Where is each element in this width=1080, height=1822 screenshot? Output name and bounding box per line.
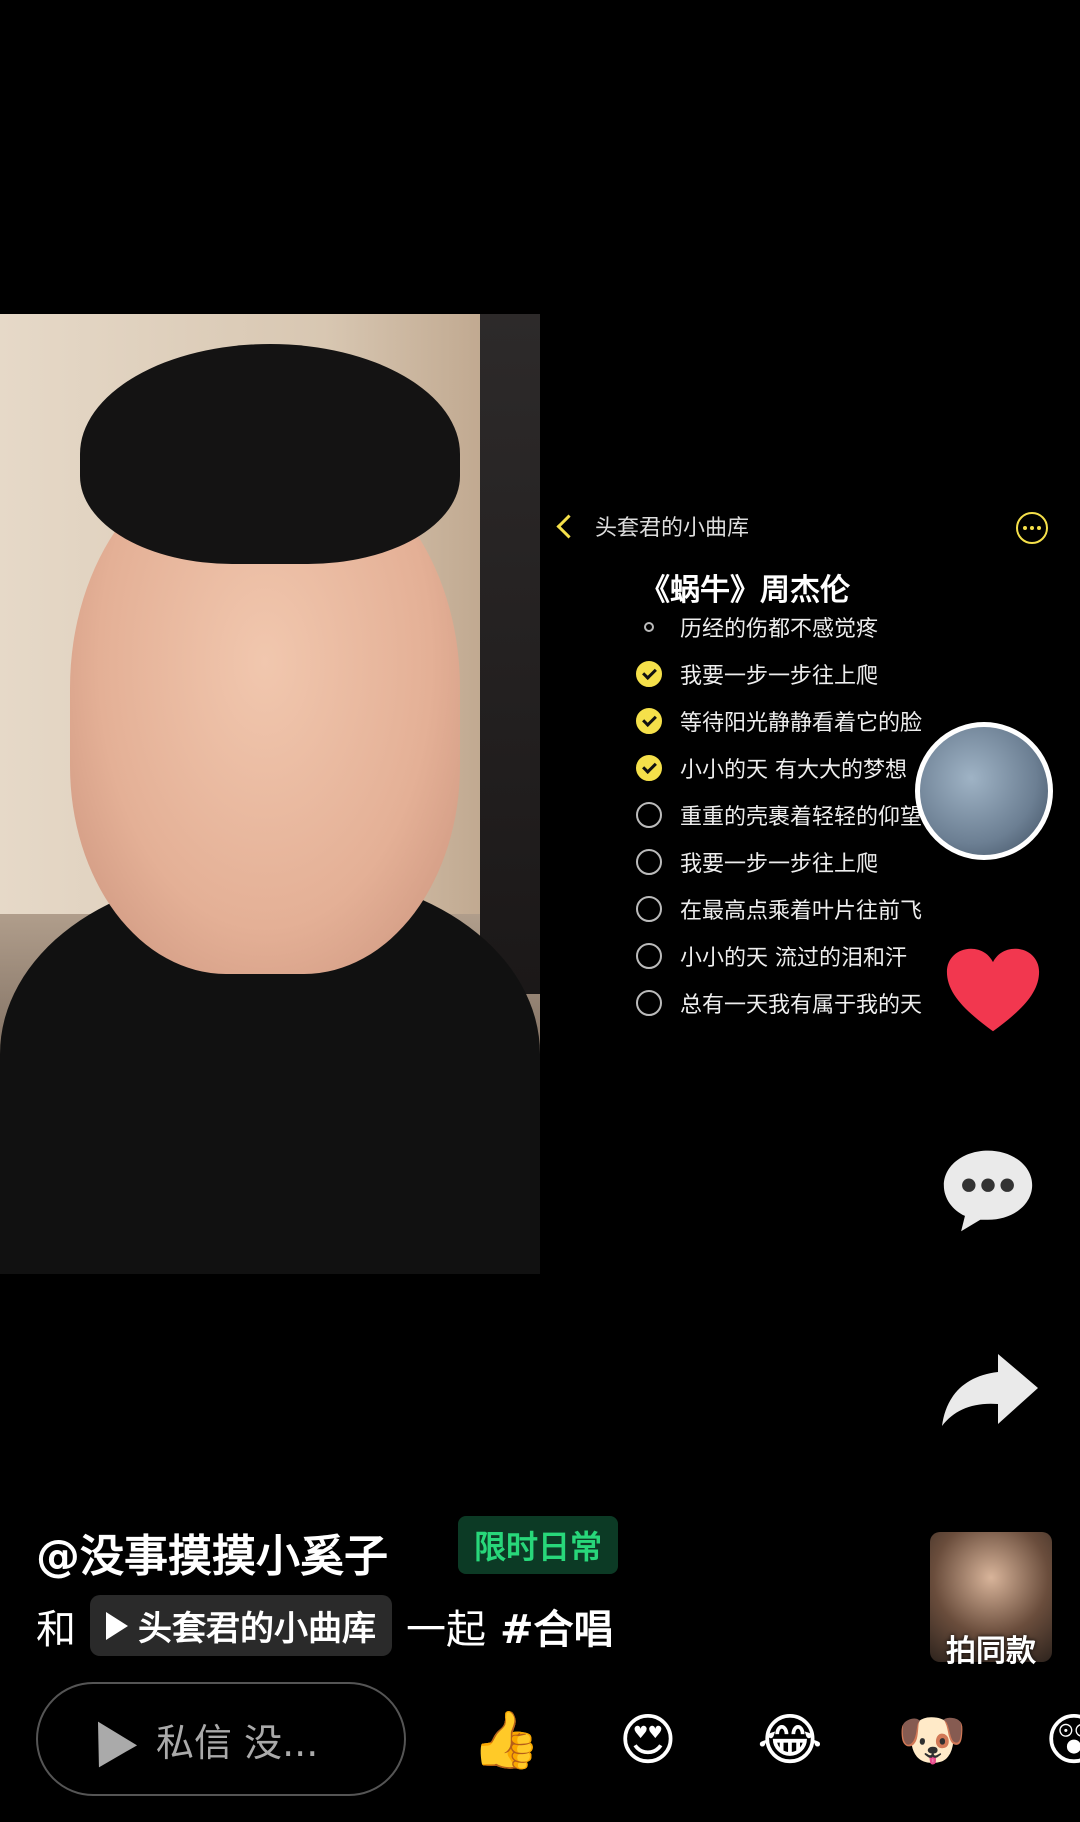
lyric-text: 小小的天 流过的泪和汗 [680, 946, 907, 971]
lyric-row[interactable]: 小小的天 有大大的梦想 [636, 748, 907, 788]
lyric-row[interactable]: 小小的天 流过的泪和汗 [636, 936, 907, 976]
send-icon [78, 1710, 138, 1768]
dog-emoji-button[interactable]: 🐶 [892, 1700, 972, 1780]
check-circle-icon[interactable] [636, 708, 662, 734]
like-heart-icon[interactable] [945, 945, 1041, 1035]
lyric-text: 在最高点乘着叶片往前飞 [680, 899, 923, 924]
tag-badge[interactable]: 限时日常 [458, 1516, 619, 1574]
bullet-dot-icon [644, 622, 654, 632]
comment-icon[interactable] [940, 1145, 1036, 1235]
empty-circle-icon[interactable] [636, 849, 662, 875]
lyric-text: 我要一步一步往上爬 [680, 852, 879, 877]
song-title: 《蜗牛》周杰伦 [640, 573, 850, 608]
chevron-left-icon [556, 513, 581, 539]
lyric-row[interactable]: 等待阳光静静看着它的脸 [636, 701, 922, 741]
author-handle[interactable]: @没事摸摸小奚子 [36, 1520, 388, 1584]
empty-circle-icon[interactable] [636, 802, 662, 828]
lyric-row[interactable]: 历经的伤都不感觉疼 [636, 607, 878, 647]
background-shelf [480, 314, 540, 994]
more-dot-icon [1037, 526, 1041, 530]
check-circle-icon[interactable] [636, 755, 662, 781]
lyric-row[interactable]: 在最高点乘着叶片往前飞 [636, 889, 922, 929]
play-icon [106, 1611, 128, 1640]
lyric-row[interactable]: 重重的壳裹着轻轻的仰望 [636, 795, 922, 835]
lyric-text: 总有一天我有属于我的天 [680, 993, 923, 1018]
direct-message-input[interactable]: 私信 没... [36, 1682, 406, 1796]
heart-eyes-emoji-button[interactable]: 😍 [608, 1700, 688, 1780]
more-dot-icon [1023, 526, 1027, 530]
share-icon[interactable] [938, 1350, 1042, 1430]
lyric-row[interactable]: 我要一步一步往上爬 [636, 842, 878, 882]
song-back-button[interactable]: 头套君的小曲库 [556, 510, 750, 542]
empty-circle-icon[interactable] [636, 990, 662, 1016]
hashtag[interactable]: #合唱 [500, 1597, 614, 1655]
lyric-text: 等待阳光静静看着它的脸 [680, 711, 923, 736]
surprised-emoji-button[interactable]: 😲 [1034, 1700, 1080, 1780]
thumbs-up-emoji-button[interactable]: 👍 [466, 1700, 546, 1780]
lyric-text: 历经的伤都不感觉疼 [680, 617, 879, 642]
collab-pill[interactable]: 头套君的小曲库 [90, 1595, 392, 1656]
same-style-button[interactable]: 拍同款 [930, 1626, 1052, 1670]
more-options-button[interactable] [1016, 512, 1048, 544]
lyric-text: 小小的天 有大大的梦想 [680, 758, 907, 783]
dm-placeholder: 私信 没... [156, 1720, 319, 1765]
video-frame[interactable] [0, 314, 540, 1274]
lyric-row[interactable]: 总有一天我有属于我的天 [636, 983, 922, 1023]
collab-name: 头套君的小曲库 [138, 1609, 376, 1649]
with-word: 和 [36, 1606, 76, 1653]
lyric-text: 重重的壳裹着轻轻的仰望 [680, 805, 923, 830]
empty-circle-icon[interactable] [636, 943, 662, 969]
check-circle-icon[interactable] [636, 661, 662, 687]
hair [80, 344, 460, 564]
creator-avatar[interactable] [915, 722, 1053, 860]
lyric-row[interactable]: 我要一步一步往上爬 [636, 654, 878, 694]
laugh-emoji-button[interactable]: 😂 [750, 1700, 830, 1780]
together-word: 一起 [406, 1606, 486, 1653]
more-dot-icon [1030, 526, 1034, 530]
empty-circle-icon[interactable] [636, 896, 662, 922]
lyric-text: 我要一步一步往上爬 [680, 664, 879, 689]
song-back-label: 头套君的小曲库 [595, 516, 750, 541]
collab-row: 和 头套君的小曲库 一起 #合唱 [36, 1595, 614, 1656]
